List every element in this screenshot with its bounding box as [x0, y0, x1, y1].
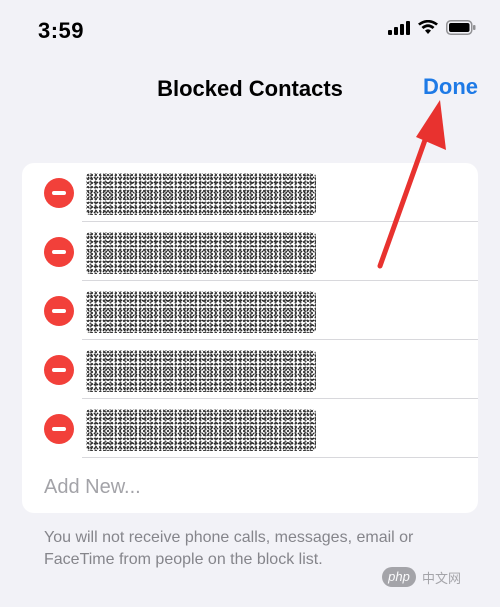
delete-contact-icon[interactable] — [44, 414, 74, 444]
blocked-contact-row[interactable] — [22, 340, 478, 399]
watermark: php 中文网 — [382, 567, 461, 587]
cellular-signal-icon — [388, 20, 410, 40]
status-bar: 3:59 — [0, 0, 500, 60]
blocked-contact-row[interactable] — [22, 399, 478, 458]
wifi-icon — [418, 19, 438, 40]
delete-contact-icon[interactable] — [44, 178, 74, 208]
done-button[interactable]: Done — [423, 74, 478, 100]
redacted-contact-name — [86, 173, 316, 215]
blocked-contact-row[interactable] — [22, 163, 478, 222]
navigation-bar: Blocked Contacts Done — [0, 68, 500, 112]
redacted-contact-name — [86, 409, 316, 451]
redacted-contact-name — [86, 350, 316, 392]
delete-contact-icon[interactable] — [44, 296, 74, 326]
blocked-contact-row[interactable] — [22, 281, 478, 340]
watermark-logo: php — [382, 567, 416, 587]
status-time: 3:59 — [38, 18, 85, 43]
status-icons — [388, 19, 476, 40]
blocked-contacts-list: Add New... — [22, 163, 478, 513]
delete-contact-icon[interactable] — [44, 237, 74, 267]
delete-contact-icon[interactable] — [44, 355, 74, 385]
blocked-contact-row[interactable] — [22, 222, 478, 281]
redacted-contact-name — [86, 291, 316, 333]
row-divider — [82, 457, 478, 458]
add-new-button[interactable]: Add New... — [44, 476, 141, 499]
battery-icon — [446, 20, 476, 40]
block-list-footer-note: You will not receive phone calls, messag… — [44, 529, 414, 568]
watermark-text: 中文网 — [422, 570, 462, 586]
redacted-contact-name — [86, 232, 316, 274]
